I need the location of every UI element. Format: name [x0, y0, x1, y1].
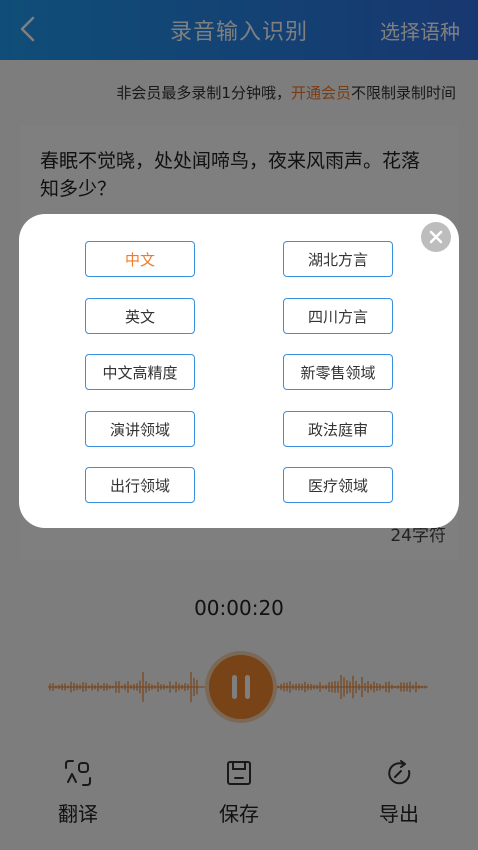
language-option[interactable]: 出行领域	[85, 467, 195, 503]
language-option[interactable]: 中文	[85, 241, 195, 277]
close-icon	[429, 230, 443, 244]
language-option[interactable]: 中文高精度	[85, 354, 195, 390]
language-option[interactable]: 湖北方言	[283, 241, 393, 277]
language-option[interactable]: 四川方言	[283, 298, 393, 334]
language-option[interactable]: 新零售领域	[283, 354, 393, 390]
close-modal-button[interactable]	[421, 222, 451, 252]
language-option[interactable]: 演讲领域	[85, 411, 195, 447]
language-option[interactable]: 医疗领域	[283, 467, 393, 503]
language-option[interactable]: 政法庭审	[283, 411, 393, 447]
language-option[interactable]: 英文	[85, 298, 195, 334]
